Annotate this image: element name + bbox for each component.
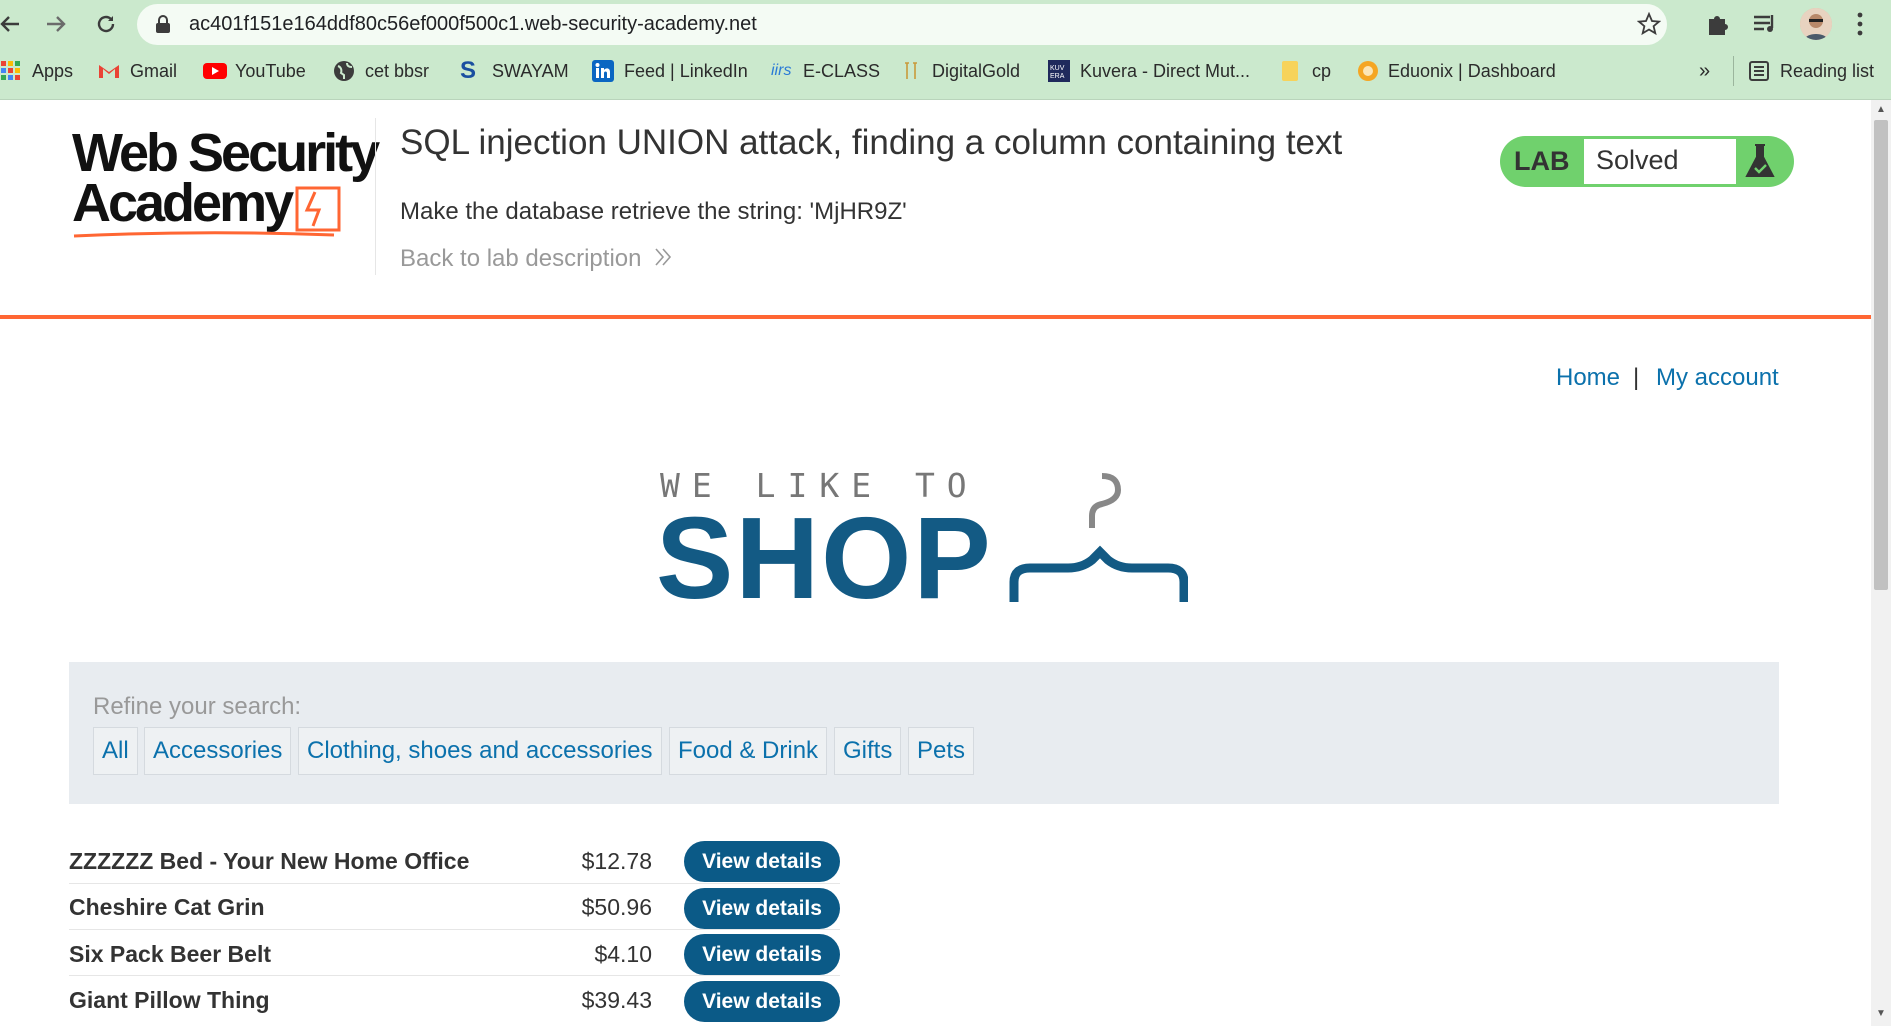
reading-list-icon (1748, 60, 1770, 82)
reload-icon[interactable] (88, 8, 124, 40)
folder-icon (1280, 60, 1302, 82)
product-name: ZZZZZZ Bed - Your New Home Office (69, 848, 470, 874)
star-icon[interactable] (1636, 11, 1662, 41)
logo-line1: Web Security (72, 123, 380, 183)
clothes-hanger-icon (1009, 473, 1188, 602)
lab-status-text: Solved (1584, 139, 1736, 184)
svg-text:KUV: KUV (1050, 65, 1065, 72)
my-account-link[interactable]: My account (1656, 364, 1779, 392)
category-gifts[interactable]: Gifts (834, 727, 902, 775)
swayam-icon: S (460, 57, 477, 84)
url-text: ac401f151e164ddf80c56ef000f500c1.web-sec… (189, 13, 757, 35)
apps-grid-icon (0, 60, 22, 82)
chrome-border (0, 99, 1891, 100)
svg-text:ERA: ERA (1050, 73, 1065, 80)
category-accessories[interactable]: Accessories (144, 727, 292, 775)
bookmark-label: Gmail (130, 60, 178, 81)
bookmark-linkedin[interactable]: Feed | LinkedIn (592, 58, 748, 84)
bookmark-label: Eduonix | Dashboard (1388, 60, 1556, 81)
bookmark-label: YouTube (235, 60, 306, 81)
category-clothing[interactable]: Clothing, shoes and accessories (298, 727, 662, 775)
back-link-label: Back to lab description (400, 245, 642, 272)
bookmark-label: Apps (32, 60, 74, 81)
scroll-down-arrow-icon[interactable]: ▼ (1876, 1008, 1886, 1019)
view-details-button[interactable]: View details (684, 981, 840, 1022)
view-details-button[interactable]: View details (684, 888, 840, 929)
bookmark-gmail[interactable]: Gmail (98, 58, 177, 84)
refine-search-label: Refine your search: (93, 693, 302, 720)
bookmark-apps[interactable]: Apps (0, 58, 73, 84)
flask-icon (1740, 140, 1780, 183)
bookmark-label: Feed | LinkedIn (624, 60, 748, 81)
web-security-academy-logo[interactable]: Web Security Academy (72, 123, 380, 238)
digitalgold-icon (900, 60, 922, 82)
scroll-up-arrow-icon[interactable]: ▲ (1876, 104, 1886, 115)
bookmark-label: Kuvera - Direct Mut... (1080, 60, 1251, 81)
bookmark-label: cet bbsr (365, 60, 430, 81)
header-orange-rule (0, 315, 1871, 319)
product-price: $4.10 (594, 941, 652, 967)
category-all[interactable]: All (93, 727, 138, 775)
kebab-menu-icon[interactable] (1856, 11, 1864, 42)
iirs-icon: iirs (771, 62, 792, 79)
gmail-icon (98, 60, 120, 82)
kuvera-icon: KUV ERA (1048, 60, 1070, 82)
product-name: Cheshire Cat Grin (69, 894, 265, 920)
product-name: Six Pack Beer Belt (69, 941, 272, 967)
product-price: $12.78 (581, 848, 652, 874)
product-price: $39.43 (581, 987, 652, 1013)
product-name: Giant Pillow Thing (69, 987, 270, 1013)
bookmarks-divider (1733, 56, 1734, 86)
lock-icon (155, 15, 171, 39)
linkedin-icon (592, 60, 614, 82)
bookmark-label: DigitalGold (932, 60, 1021, 81)
bookmark-label: cp (1312, 60, 1332, 81)
row-divider (69, 883, 840, 884)
view-details-button[interactable]: View details (684, 934, 840, 975)
double-chevron-right-icon (654, 246, 672, 274)
extensions-puzzle-icon[interactable] (1705, 11, 1731, 42)
bookmark-label: E-CLASS (803, 60, 881, 81)
bookmark-cp[interactable]: cp (1280, 58, 1331, 84)
bookmark-digitalgold[interactable]: DigitalGold (900, 58, 1020, 84)
scrollbar-thumb[interactable] (1874, 120, 1888, 590)
eduonix-icon (1356, 60, 1378, 82)
bookmark-youtube[interactable]: YouTube (203, 58, 306, 84)
badge-lab-label: LAB (1514, 146, 1570, 176)
lab-title: SQL injection UNION attack, finding a co… (400, 123, 1343, 162)
back-arrow-icon[interactable] (0, 8, 28, 40)
nav-separator: | (1633, 364, 1640, 391)
globe-icon (333, 60, 355, 82)
shop-logo-title: SHOP (656, 493, 993, 623)
logo-bolt-icon (295, 186, 341, 232)
bookmark-cet-bbsr[interactable]: cet bbsr (333, 58, 429, 84)
bookmark-eclass[interactable]: iirs E-CLASS (771, 58, 880, 84)
reading-list-button[interactable]: Reading list (1748, 58, 1874, 84)
row-divider (69, 929, 840, 930)
bookmarks-overflow-button[interactable]: » (1699, 58, 1710, 84)
address-bar[interactable]: ac401f151e164ddf80c56ef000f500c1.web-sec… (137, 4, 1667, 45)
category-food-drink[interactable]: Food & Drink (669, 727, 828, 775)
lab-instruction: Make the database retrieve the string: '… (400, 198, 907, 225)
view-details-button[interactable]: View details (684, 841, 840, 882)
back-to-lab-description-link[interactable]: Back to lab description (400, 245, 672, 274)
category-pets[interactable]: Pets (908, 727, 975, 775)
youtube-icon (203, 60, 227, 82)
forward-arrow-icon[interactable] (38, 8, 74, 40)
row-divider (69, 975, 840, 976)
reading-list-label: Reading list (1780, 60, 1875, 81)
bookmark-kuvera[interactable]: KUV ERA Kuvera - Direct Mut... (1048, 58, 1250, 84)
header-divider (375, 118, 376, 275)
bookmark-swayam[interactable]: S SWAYAM (460, 58, 569, 84)
media-queue-icon[interactable] (1752, 12, 1778, 41)
profile-avatar[interactable] (1800, 8, 1832, 40)
bookmark-label: SWAYAM (492, 60, 569, 81)
product-price: $50.96 (581, 894, 652, 920)
home-link[interactable]: Home (1556, 364, 1620, 392)
bookmark-eduonix[interactable]: Eduonix | Dashboard (1356, 58, 1556, 84)
